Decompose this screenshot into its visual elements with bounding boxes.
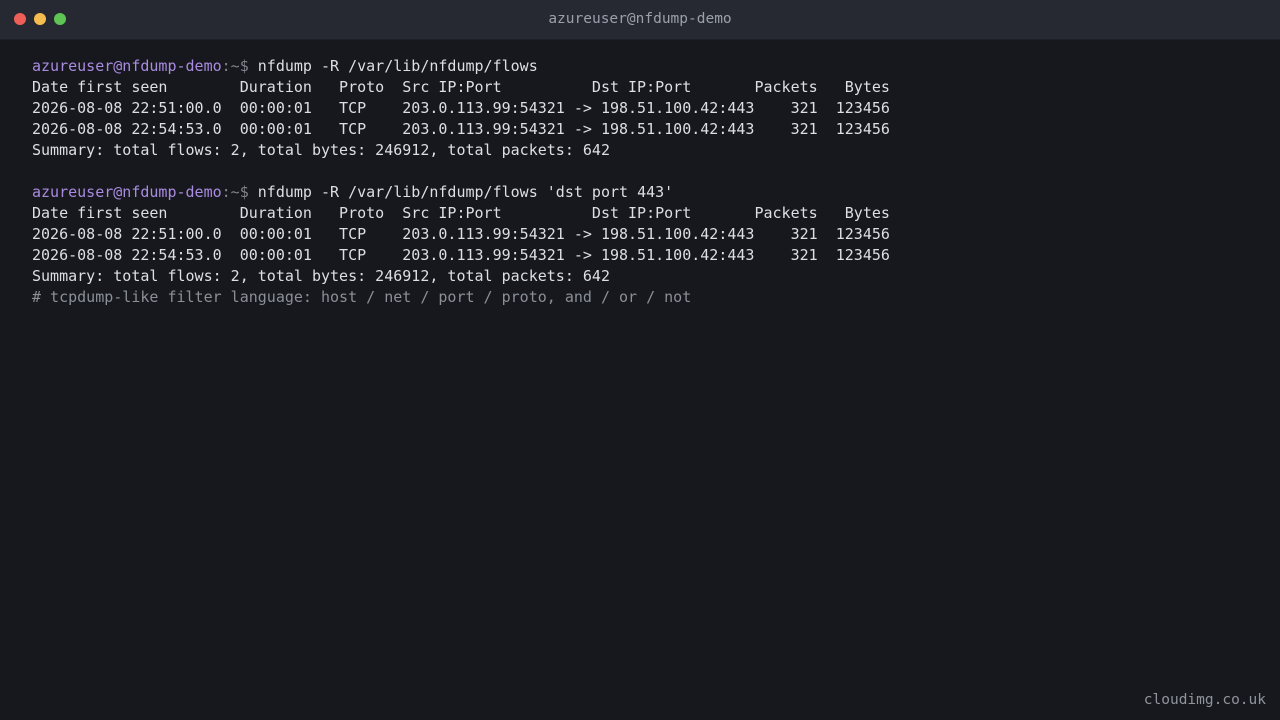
title-bar: azureuser@nfdump-demo [0,0,1280,40]
table-header: Date first seen Duration Proto Src IP:Po… [32,78,890,96]
terminal-output[interactable]: azureuser@nfdump-demo:~$ nfdump -R /var/… [32,56,1260,308]
summary-line: Summary: total flows: 2, total bytes: 24… [32,267,610,285]
table-row: 2026-08-08 22:54:53.0 00:00:01 TCP 203.0… [32,246,890,264]
watermark: cloudimg.co.uk [1143,692,1266,708]
command-text: nfdump -R /var/lib/nfdump/flows 'dst por… [257,183,674,201]
comment-line: # tcpdump-like filter language: host / n… [32,288,692,306]
command-line: azureuser@nfdump-demo:~$ nfdump -R /var/… [32,56,1260,77]
window-title: azureuser@nfdump-demo [548,11,732,27]
command-text: nfdump -R /var/lib/nfdump/flows [257,57,538,75]
table-header: Date first seen Duration Proto Src IP:Po… [32,204,890,222]
terminal-window: azureuser@nfdump-demo azureuser@nfdump-d… [0,0,1280,720]
prompt-user-host: azureuser@nfdump-demo [32,57,222,75]
prompt-suffix: :~$ [221,183,258,201]
summary-line: Summary: total flows: 2, total bytes: 24… [32,141,610,159]
table-row: 2026-08-08 22:51:00.0 00:00:01 TCP 203.0… [32,99,890,117]
prompt-suffix: :~$ [221,57,258,75]
command-line: azureuser@nfdump-demo:~$ nfdump -R /var/… [32,182,1260,203]
prompt-user-host: azureuser@nfdump-demo [32,183,222,201]
table-row: 2026-08-08 22:54:53.0 00:00:01 TCP 203.0… [32,120,890,138]
table-row: 2026-08-08 22:51:00.0 00:00:01 TCP 203.0… [32,225,890,243]
